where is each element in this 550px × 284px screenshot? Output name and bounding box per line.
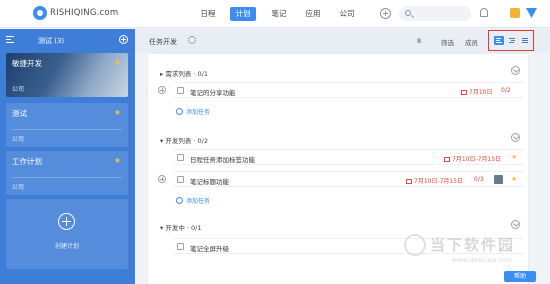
add-task-link[interactable]: 添加任务 [176, 196, 210, 205]
top-navbar: RISHIQING.com 日程 计划 笔记 应用 公司 [0, 0, 550, 28]
calendar-icon [406, 179, 412, 184]
task-checkbox[interactable] [177, 87, 184, 94]
logo-text[interactable]: RISHIQING.com [50, 8, 118, 18]
task-date: 7月10日-7月15日 [406, 176, 463, 185]
filter-button[interactable]: 筛选 [441, 37, 454, 47]
collapse-icon[interactable] [511, 66, 520, 75]
project-title[interactable]: 任务开发 [149, 37, 177, 47]
create-plan-label: 创建计划 [54, 243, 79, 250]
drag-add-icon[interactable] [158, 86, 166, 94]
star-icon[interactable]: ★ [114, 156, 121, 165]
gear-icon[interactable] [188, 36, 196, 44]
add-plan-icon[interactable] [119, 35, 128, 44]
task-row[interactable]: 笔记标题功能 7月10日-7月15日 0/3 ★ [174, 171, 524, 187]
plan-card[interactable]: 测试 ★ 公司 [6, 103, 128, 147]
section-header[interactable]: ▸ 需求列表 · 0/1 [160, 68, 208, 78]
logo-icon[interactable] [33, 6, 47, 20]
nav-schedule[interactable]: 日程 [197, 7, 219, 21]
plan-card-title: 敏捷开发 [12, 59, 42, 68]
task-checkbox[interactable] [177, 243, 184, 250]
group-button[interactable]: 成员 [465, 37, 478, 47]
star-icon[interactable]: ★ [511, 175, 517, 183]
star-icon[interactable]: ★ [114, 108, 121, 117]
watermark-url: www.downxia.com [452, 256, 513, 264]
sidebar-title[interactable]: 测试 (3) [38, 36, 64, 46]
plan-sidebar: 测试 (3) 敏捷开发 ★ 公司 测试 ★ 公司 工作计划 ★ 公司 创建计划 [0, 29, 135, 284]
plan-card-subtitle: 公司 [12, 184, 25, 191]
plan-card[interactable]: 工作计划 ★ 公司 [6, 151, 128, 195]
watermark: 当下软件园 www.downxia.com [404, 232, 534, 266]
collapse-icon[interactable] [511, 220, 520, 229]
subtask-count: 0/2 [501, 87, 511, 94]
view-switcher [488, 30, 534, 51]
plan-card-title: 测试 [12, 109, 27, 118]
plan-card-title: 工作计划 [12, 157, 42, 166]
menu-icon[interactable] [6, 36, 14, 43]
kanban-view-icon[interactable] [494, 36, 504, 45]
divider [12, 129, 122, 130]
add-task-link[interactable]: 添加任务 [176, 107, 210, 116]
watermark-brand: 当下软件园 [430, 236, 516, 254]
search-icon [405, 10, 411, 16]
search-input[interactable] [399, 6, 471, 21]
plan-card-subtitle: 公司 [12, 136, 25, 143]
task-date: 7月10日 [461, 87, 492, 96]
watermark-logo-icon [404, 234, 426, 256]
plus-icon [58, 213, 75, 230]
create-plan-button[interactable]: 创建计划 [6, 199, 128, 269]
task-title: 笔记的分享功能 [190, 89, 236, 97]
members-count[interactable]: 8 [417, 37, 421, 45]
nav-company[interactable]: 公司 [336, 7, 358, 21]
list-view-icon[interactable] [520, 36, 530, 45]
divider [12, 177, 122, 178]
star-icon[interactable]: ★ [511, 153, 517, 161]
calendar-icon [461, 90, 467, 95]
calendar-icon [444, 157, 450, 162]
nav-apps[interactable]: 应用 [302, 7, 324, 21]
task-row[interactable]: 日程任务添加标签功能 7月10日-7月15日 ★ [174, 149, 524, 165]
project-header: 任务开发 8 筛选 成员 [135, 29, 550, 53]
assignee-avatar[interactable] [494, 175, 503, 184]
nav-notes[interactable]: 笔记 [268, 7, 290, 21]
plan-card[interactable]: 敏捷开发 ★ 公司 [6, 53, 128, 97]
task-checkbox[interactable] [177, 154, 184, 161]
task-checkbox[interactable] [177, 176, 184, 183]
sidebar-header: 测试 (3) [0, 29, 135, 51]
section-header[interactable]: ▾ 开发中 · 0/1 [160, 222, 202, 232]
star-icon[interactable]: ★ [114, 58, 121, 67]
drag-add-icon[interactable] [158, 175, 166, 183]
task-title: 日程任务添加标签功能 [190, 156, 255, 164]
section-header[interactable]: ▾ 开发列表 · 0/2 [160, 135, 208, 145]
app-badge-icon[interactable] [510, 8, 520, 18]
add-icon[interactable] [380, 8, 391, 19]
plan-card-subtitle: 公司 [12, 86, 25, 93]
subtask-count: 0/3 [474, 176, 484, 183]
task-title: 笔记标题功能 [190, 178, 229, 186]
task-date: 7月10日-7月15日 [444, 154, 501, 163]
collapse-icon[interactable] [511, 133, 520, 142]
bell-icon[interactable] [480, 8, 488, 17]
task-row[interactable]: 笔记的分享功能 7月10日 0/2 [174, 82, 524, 98]
gantt-view-icon[interactable] [507, 36, 517, 45]
vip-diamond-icon[interactable] [526, 8, 537, 18]
task-title: 笔记全屏升级 [190, 245, 229, 253]
nav-plan[interactable]: 计划 [230, 7, 256, 21]
help-button[interactable]: 帮助 [504, 271, 536, 282]
